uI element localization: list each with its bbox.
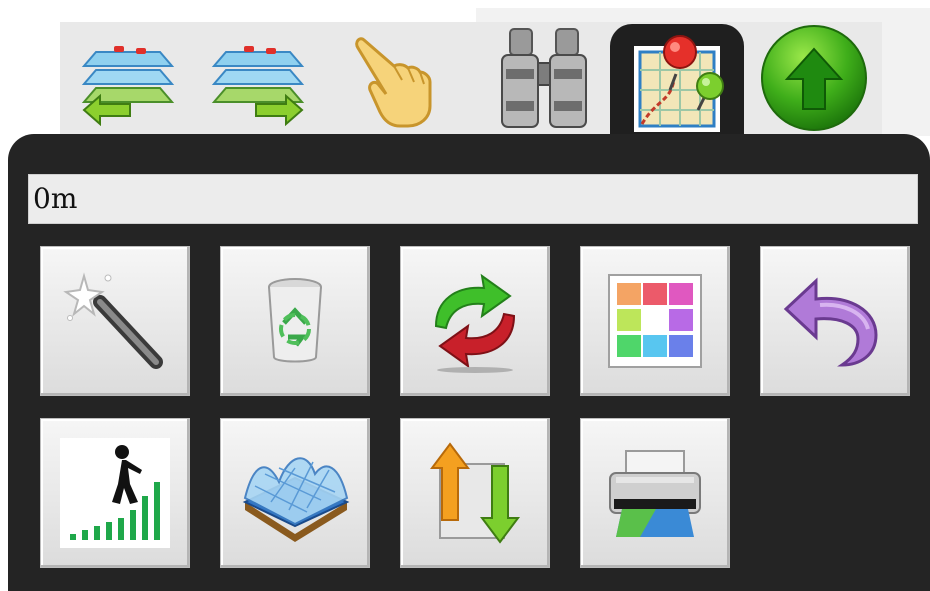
magic-wand-button[interactable] (40, 246, 190, 396)
tab-layer-back[interactable] (72, 22, 184, 134)
transfer-button[interactable] (400, 418, 550, 568)
swap-arrows-icon (434, 273, 516, 373)
recycle-bin-button[interactable] (220, 246, 370, 396)
binoculars-icon (501, 28, 587, 128)
tab-pointer[interactable] (336, 22, 448, 134)
green-up-arrow-icon (761, 25, 867, 131)
pointer-hand-icon (355, 37, 432, 128)
tab-move-up[interactable] (754, 22, 874, 134)
distance-readout: 0m (28, 174, 918, 224)
print-button[interactable] (580, 418, 730, 568)
undo-button[interactable] (760, 246, 910, 396)
recycle-bin-icon (268, 278, 322, 363)
up-down-transfer-icon (430, 442, 520, 544)
tab-map-measure[interactable] (610, 24, 744, 140)
terrain-3d-button[interactable] (220, 418, 370, 568)
layer-back-icon (81, 46, 175, 126)
magic-wand-icon (63, 272, 163, 369)
tab-search[interactable] (488, 22, 600, 134)
elevation-profile-button[interactable] (40, 418, 190, 568)
terrain-3d-icon (242, 457, 350, 542)
measure-panel: 0m (8, 134, 930, 591)
color-palette-button[interactable] (580, 246, 730, 396)
tab-layer-forward[interactable] (202, 22, 314, 134)
swap-button[interactable] (400, 246, 550, 396)
undo-arrow-icon (783, 277, 878, 367)
elevation-profile-icon (60, 438, 170, 548)
printer-icon (609, 450, 701, 537)
color-palette-icon (608, 274, 702, 368)
layer-forward-icon (211, 46, 305, 126)
map-measure-icon (634, 35, 724, 132)
